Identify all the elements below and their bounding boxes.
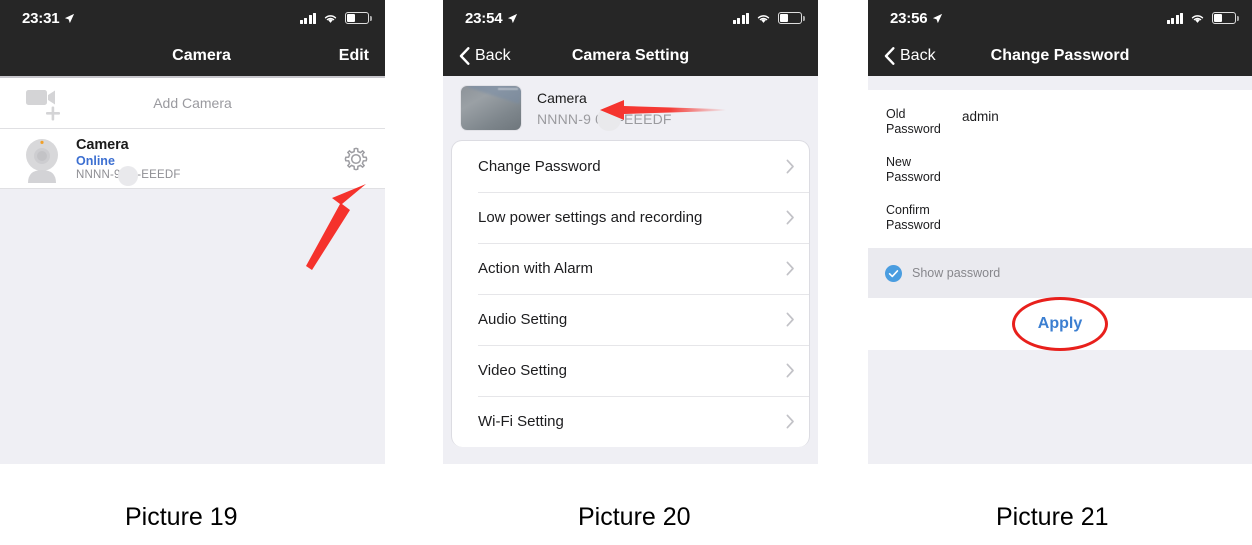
field-label: Old Password	[886, 107, 941, 136]
field-label: Confirm Password	[886, 203, 941, 232]
red-arrow-up-right-annotation	[306, 184, 366, 270]
menu-item-label: Audio Setting	[478, 311, 568, 328]
back-button[interactable]: Back	[459, 47, 511, 65]
show-password-toggle[interactable]: Show password	[868, 248, 1252, 298]
nav-bar: Camera Edit	[0, 36, 385, 76]
chevron-right-icon	[786, 414, 794, 429]
location-arrow-icon	[933, 13, 943, 23]
webcam-icon	[26, 138, 58, 183]
caption-picture-19: Picture 19	[125, 503, 238, 531]
add-camera-row[interactable]: Add Camera	[0, 78, 385, 129]
cellular-signal-icon	[732, 12, 749, 24]
camera-setting-body: Camera NNNN-9 099-EEEDF Change Password …	[443, 76, 818, 464]
red-ellipse-annotation	[1012, 297, 1108, 351]
status-bar: 23:56	[868, 0, 1252, 36]
field-value: admin	[962, 109, 999, 124]
menu-item-label: Wi-Fi Setting	[478, 413, 564, 430]
settings-menu-card: Change Password Low power settings and r…	[451, 140, 810, 447]
menu-item-low-power[interactable]: Low power settings and recording	[452, 192, 809, 243]
status-bar-time: 23:54	[465, 9, 503, 27]
camera-list-item[interactable]: Camera Online NNNN-9 39-EEEDF	[0, 129, 385, 189]
status-bar-right	[299, 12, 372, 24]
status-bar-left: 23:56	[890, 10, 943, 27]
menu-item-change-password[interactable]: Change Password	[452, 141, 809, 192]
menu-item-audio-setting[interactable]: Audio Setting	[452, 294, 809, 345]
new-password-input[interactable]	[962, 155, 1236, 156]
cellular-signal-icon	[299, 12, 316, 24]
status-bar: 23:31	[0, 0, 385, 36]
status-bar-right	[1166, 12, 1239, 24]
wifi-icon	[757, 14, 770, 23]
phone-screenshot-camera-setting: 23:54 Back Camera Setting Camera NNNN-9 …	[443, 0, 818, 464]
chevron-right-icon	[786, 210, 794, 225]
change-password-body: Old Password admin New Password Confirm …	[868, 76, 1252, 464]
battery-icon	[778, 12, 805, 24]
red-arrow-left-annotation	[600, 100, 726, 120]
old-password-input[interactable]: admin	[962, 107, 1236, 126]
back-label: Back	[475, 47, 511, 64]
menu-item-label: Video Setting	[478, 362, 567, 379]
top-spacer	[868, 76, 1252, 90]
status-bar-left: 23:54	[465, 10, 518, 27]
camera-uid: NNNN-9 39-EEEDF	[76, 165, 181, 186]
menu-item-action-with-alarm[interactable]: Action with Alarm	[452, 243, 809, 294]
nav-bar: Back Change Password	[868, 36, 1252, 76]
gear-icon[interactable]	[341, 144, 371, 174]
nav-bar: Back Camera Setting	[443, 36, 818, 76]
camera-info: Camera Online NNNN-9 39-EEEDF	[76, 136, 181, 186]
status-bar-right	[732, 12, 805, 24]
battery-icon	[345, 12, 372, 24]
menu-item-label: Low power settings and recording	[478, 209, 703, 226]
wifi-icon	[1191, 14, 1204, 23]
phone-screenshot-camera-list: 23:31 Camera Edit Add Camera Camera Onli…	[0, 0, 385, 464]
status-bar: 23:54	[443, 0, 818, 36]
chevron-right-icon	[786, 363, 794, 378]
field-confirm-password: Confirm Password	[868, 194, 1252, 242]
chevron-right-icon	[786, 312, 794, 327]
check-circle-icon	[885, 264, 902, 282]
cellular-signal-icon	[1166, 12, 1183, 24]
confirm-password-input[interactable]	[962, 203, 1236, 204]
camera-name: Camera	[76, 136, 129, 153]
location-arrow-icon	[65, 13, 75, 23]
chevron-right-icon	[786, 159, 794, 174]
camera-snapshot-thumbnail	[461, 86, 521, 130]
location-arrow-icon	[508, 13, 518, 23]
apply-row[interactable]: Apply	[868, 297, 1252, 351]
wifi-icon	[324, 14, 337, 23]
menu-item-label: Change Password	[478, 158, 601, 175]
video-camera-add-icon	[26, 90, 60, 121]
caption-picture-20: Picture 20	[578, 503, 691, 531]
field-label: New Password	[886, 155, 941, 184]
page-title: Camera	[172, 47, 231, 64]
battery-icon	[1212, 12, 1239, 24]
screenshot-stage: 23:31 Camera Edit Add Camera Camera Onli…	[0, 0, 1252, 545]
password-fields-group: Old Password admin New Password Confirm …	[868, 90, 1252, 248]
field-new-password: New Password	[868, 146, 1252, 194]
phone-screenshot-change-password: 23:56 Back Change Password Old Password …	[868, 0, 1252, 464]
menu-item-video-setting[interactable]: Video Setting	[452, 345, 809, 396]
menu-item-label: Action with Alarm	[478, 260, 594, 277]
field-old-password: Old Password admin	[868, 98, 1252, 146]
edit-button[interactable]: Edit	[339, 47, 369, 65]
chevron-left-icon	[459, 47, 470, 65]
chevron-right-icon	[786, 261, 794, 276]
status-bar-time: 23:56	[890, 9, 928, 27]
show-password-label: Show password	[912, 266, 1001, 280]
status-bar-left: 23:31	[22, 10, 75, 27]
back-button[interactable]: Back	[884, 47, 936, 65]
uid-redaction-blur	[118, 165, 138, 186]
caption-picture-21: Picture 21	[996, 503, 1109, 531]
chevron-left-icon	[884, 47, 895, 65]
menu-item-wifi-setting[interactable]: Wi-Fi Setting	[452, 396, 809, 447]
back-label: Back	[900, 47, 936, 64]
status-bar-time: 23:31	[22, 9, 60, 27]
